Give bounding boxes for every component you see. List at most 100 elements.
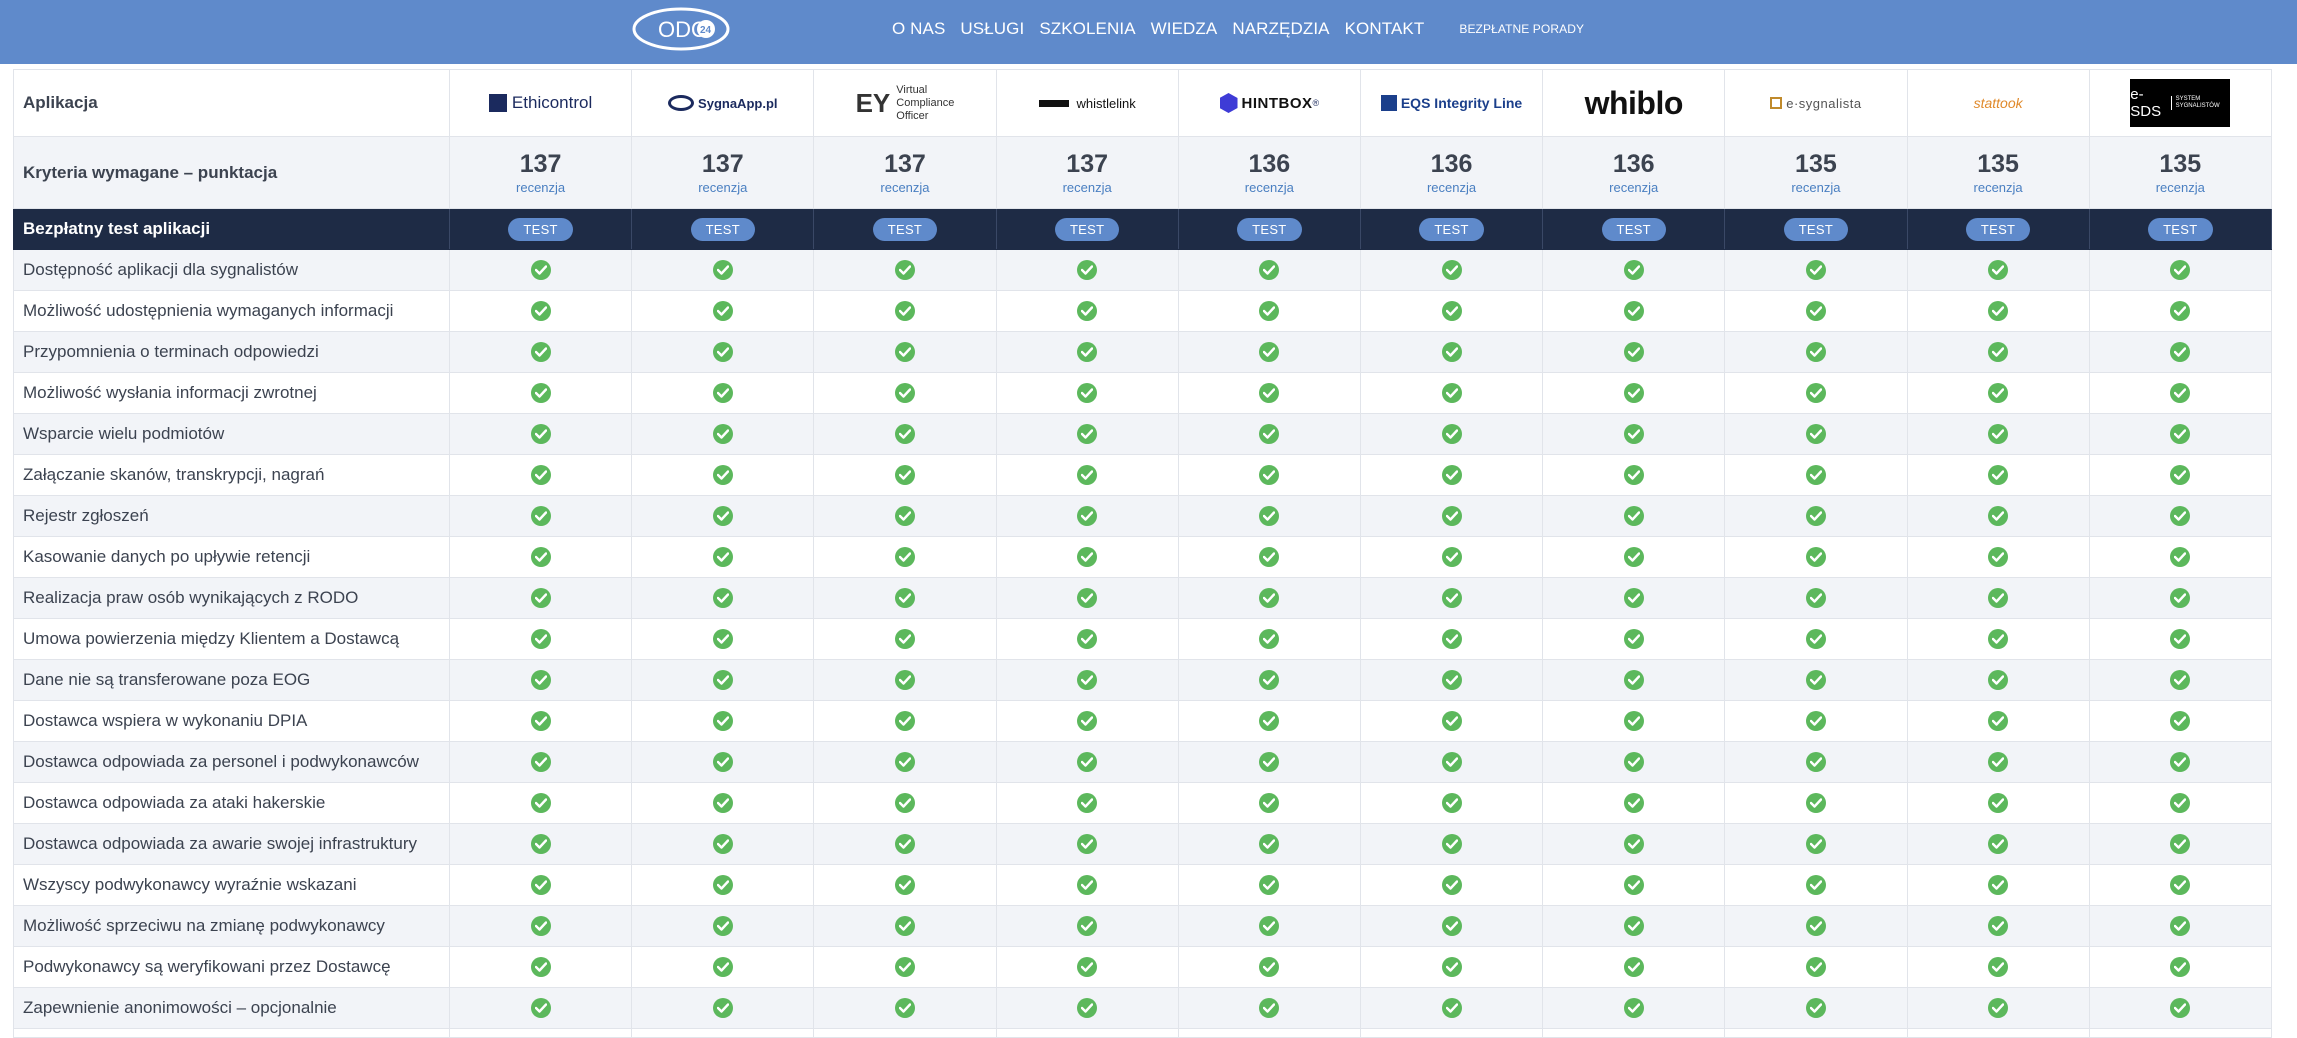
test-button[interactable]: TEST bbox=[1054, 217, 1120, 241]
review-link[interactable]: recenzja bbox=[1609, 180, 1658, 195]
check-cell bbox=[2090, 988, 2272, 1028]
check-circle-icon bbox=[1988, 957, 2009, 977]
review-link[interactable]: recenzja bbox=[2156, 180, 2205, 195]
check-circle-icon bbox=[1259, 629, 1280, 649]
check-circle-icon bbox=[712, 629, 733, 649]
check-circle-icon bbox=[1805, 465, 1826, 485]
test-button[interactable]: TEST bbox=[1783, 217, 1849, 241]
check-cell bbox=[1725, 742, 1908, 782]
check-cell bbox=[450, 332, 633, 372]
check-circle-icon bbox=[1805, 629, 1826, 649]
vendor-logo-esygnalista[interactable]: e·sygnalista bbox=[1725, 70, 1908, 136]
feature-label: Podwykonawcy są weryfikowani przez Dosta… bbox=[13, 947, 450, 987]
test-button[interactable]: TEST bbox=[872, 217, 938, 241]
vendor-logo-whiblo[interactable]: whiblo bbox=[1543, 70, 1726, 136]
test-button[interactable]: TEST bbox=[508, 217, 573, 241]
feature-label: Dostawca odpowiada za awarie swojej infr… bbox=[13, 824, 450, 864]
vendor-logo-ethicontrol[interactable]: Ethicontrol bbox=[450, 70, 633, 136]
check-cell bbox=[997, 250, 1179, 290]
check-cell bbox=[1543, 537, 1726, 577]
odo24-logo[interactable]: ODO 24 bbox=[632, 7, 730, 51]
check-cell bbox=[1543, 455, 1726, 495]
check-circle-icon bbox=[1441, 957, 1462, 977]
vendor-logo-whistlelink[interactable]: whistlelink bbox=[997, 70, 1179, 136]
check-cell bbox=[1725, 537, 1908, 577]
check-cell bbox=[1179, 947, 1361, 987]
check-circle-icon bbox=[1805, 670, 1826, 690]
check-cell bbox=[814, 250, 997, 290]
check-cell bbox=[632, 414, 815, 454]
check-cell bbox=[1361, 291, 1544, 331]
test-button[interactable]: TEST bbox=[1965, 217, 2031, 241]
nav-szkolenia[interactable]: SZKOLENIA bbox=[1039, 19, 1135, 39]
vendor-logo-esds[interactable]: e-SDS SYSTEM SYGNALISTÓW bbox=[2090, 70, 2272, 136]
check-cell bbox=[997, 578, 1179, 618]
check-circle-icon bbox=[2170, 629, 2191, 649]
check-circle-icon bbox=[530, 301, 551, 321]
check-circle-icon bbox=[530, 383, 551, 403]
check-cell bbox=[1179, 783, 1361, 823]
review-link[interactable]: recenzja bbox=[1791, 180, 1840, 195]
check-circle-icon bbox=[1988, 875, 2009, 895]
review-link[interactable]: recenzja bbox=[1427, 180, 1476, 195]
table-row: Dostawca odpowiada za personel i podwyko… bbox=[13, 742, 2272, 783]
check-circle-icon bbox=[1623, 998, 1644, 1018]
check-circle-icon bbox=[530, 342, 551, 362]
check-circle-icon bbox=[1988, 547, 2009, 567]
test-button[interactable]: TEST bbox=[690, 217, 755, 241]
test-button[interactable]: TEST bbox=[1419, 217, 1484, 241]
feature-label: Dane nie są transferowane poza EOG bbox=[13, 660, 450, 700]
check-circle-icon bbox=[1077, 588, 1098, 608]
vendor-logo-sygnaapp[interactable]: SygnaApp.pl bbox=[632, 70, 815, 136]
vendor-logo-eqs[interactable]: EQS Integrity Line bbox=[1361, 70, 1544, 136]
nav-narzedzia[interactable]: NARZĘDZIA bbox=[1232, 19, 1329, 39]
test-cell-whiblo: TEST bbox=[1543, 209, 1726, 249]
test-button[interactable]: TEST bbox=[1601, 217, 1666, 241]
check-cell bbox=[450, 250, 633, 290]
check-circle-icon bbox=[712, 670, 733, 690]
check-circle-icon bbox=[1077, 465, 1098, 485]
nav-wiedza[interactable]: WIEDZA bbox=[1151, 19, 1218, 39]
nav-free-advice[interactable]: BEZPŁATNE PORADY bbox=[1459, 22, 1584, 36]
test-button[interactable]: TEST bbox=[2148, 217, 2213, 241]
review-link[interactable]: recenzja bbox=[880, 180, 929, 195]
check-cell bbox=[1179, 414, 1361, 454]
review-link[interactable]: recenzja bbox=[1245, 180, 1294, 195]
check-circle-icon bbox=[1441, 465, 1462, 485]
check-cell bbox=[1725, 783, 1908, 823]
app-column-label: Aplikacja bbox=[13, 70, 450, 136]
check-cell bbox=[997, 537, 1179, 577]
check-circle-icon bbox=[1259, 670, 1280, 690]
nav-kontakt[interactable]: KONTAKT bbox=[1345, 19, 1425, 39]
review-link[interactable]: recenzja bbox=[1974, 180, 2023, 195]
check-circle-icon bbox=[1805, 424, 1826, 444]
check-circle-icon bbox=[894, 383, 915, 403]
check-cell bbox=[1908, 660, 2090, 700]
check-cell bbox=[997, 742, 1179, 782]
vendor-logo-stattook[interactable]: stattook bbox=[1908, 70, 2090, 136]
test-cell-eqs-integrity-line: TEST bbox=[1361, 209, 1544, 249]
nav-o-nas[interactable]: O NAS bbox=[892, 19, 945, 39]
check-circle-icon bbox=[894, 424, 915, 444]
check-cell bbox=[997, 1029, 1179, 1037]
test-cell-sygnaapp-pl: TEST bbox=[632, 209, 815, 249]
check-circle-icon bbox=[1623, 342, 1644, 362]
nav-uslugi[interactable]: USŁUGI bbox=[960, 19, 1024, 39]
check-cell bbox=[997, 988, 1179, 1028]
score-cell-eqs-integrity-line: 136 recenzja bbox=[1361, 137, 1544, 208]
check-cell bbox=[1908, 865, 2090, 905]
check-circle-icon bbox=[1805, 506, 1826, 526]
check-cell bbox=[1908, 455, 2090, 495]
check-cell bbox=[632, 619, 815, 659]
review-link[interactable]: recenzja bbox=[516, 180, 565, 195]
test-cell-e-sds: TEST bbox=[2090, 209, 2272, 249]
check-circle-icon bbox=[530, 465, 551, 485]
check-cell bbox=[1543, 783, 1726, 823]
check-circle-icon bbox=[2170, 875, 2191, 895]
vendor-logo-ey[interactable]: EY Virtual Compliance Officer bbox=[814, 70, 997, 136]
vendor-logo-hintbox[interactable]: HINTBOX ® bbox=[1179, 70, 1361, 136]
review-link[interactable]: recenzja bbox=[1063, 180, 1112, 195]
review-link[interactable]: recenzja bbox=[698, 180, 747, 195]
test-button[interactable]: TEST bbox=[1237, 217, 1302, 241]
check-circle-icon bbox=[894, 301, 915, 321]
